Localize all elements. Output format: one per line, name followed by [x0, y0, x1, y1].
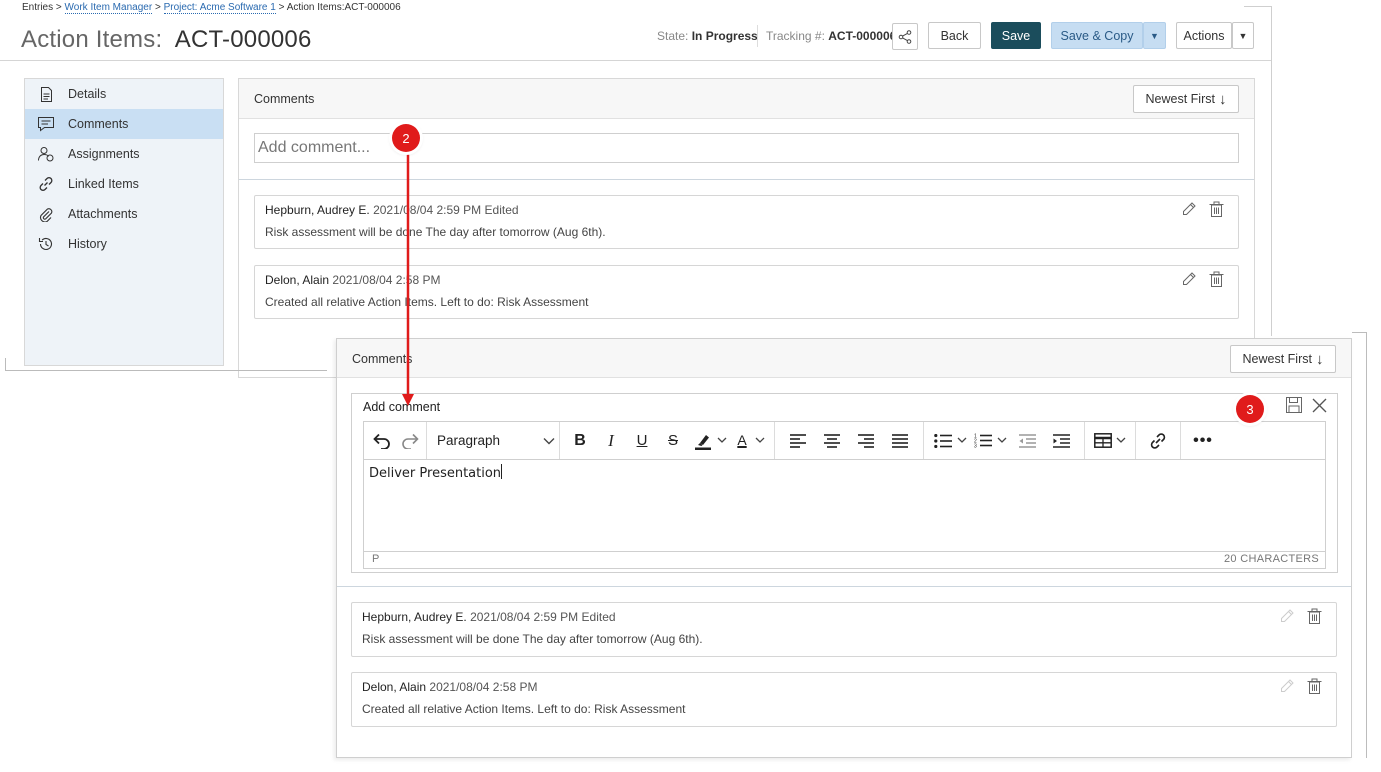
annotation-overlay — [402, 150, 414, 406]
step-3-badge: 3 — [1236, 395, 1264, 423]
step-2-badge: 2 — [392, 124, 420, 152]
annotation-arrow-head — [402, 394, 414, 406]
